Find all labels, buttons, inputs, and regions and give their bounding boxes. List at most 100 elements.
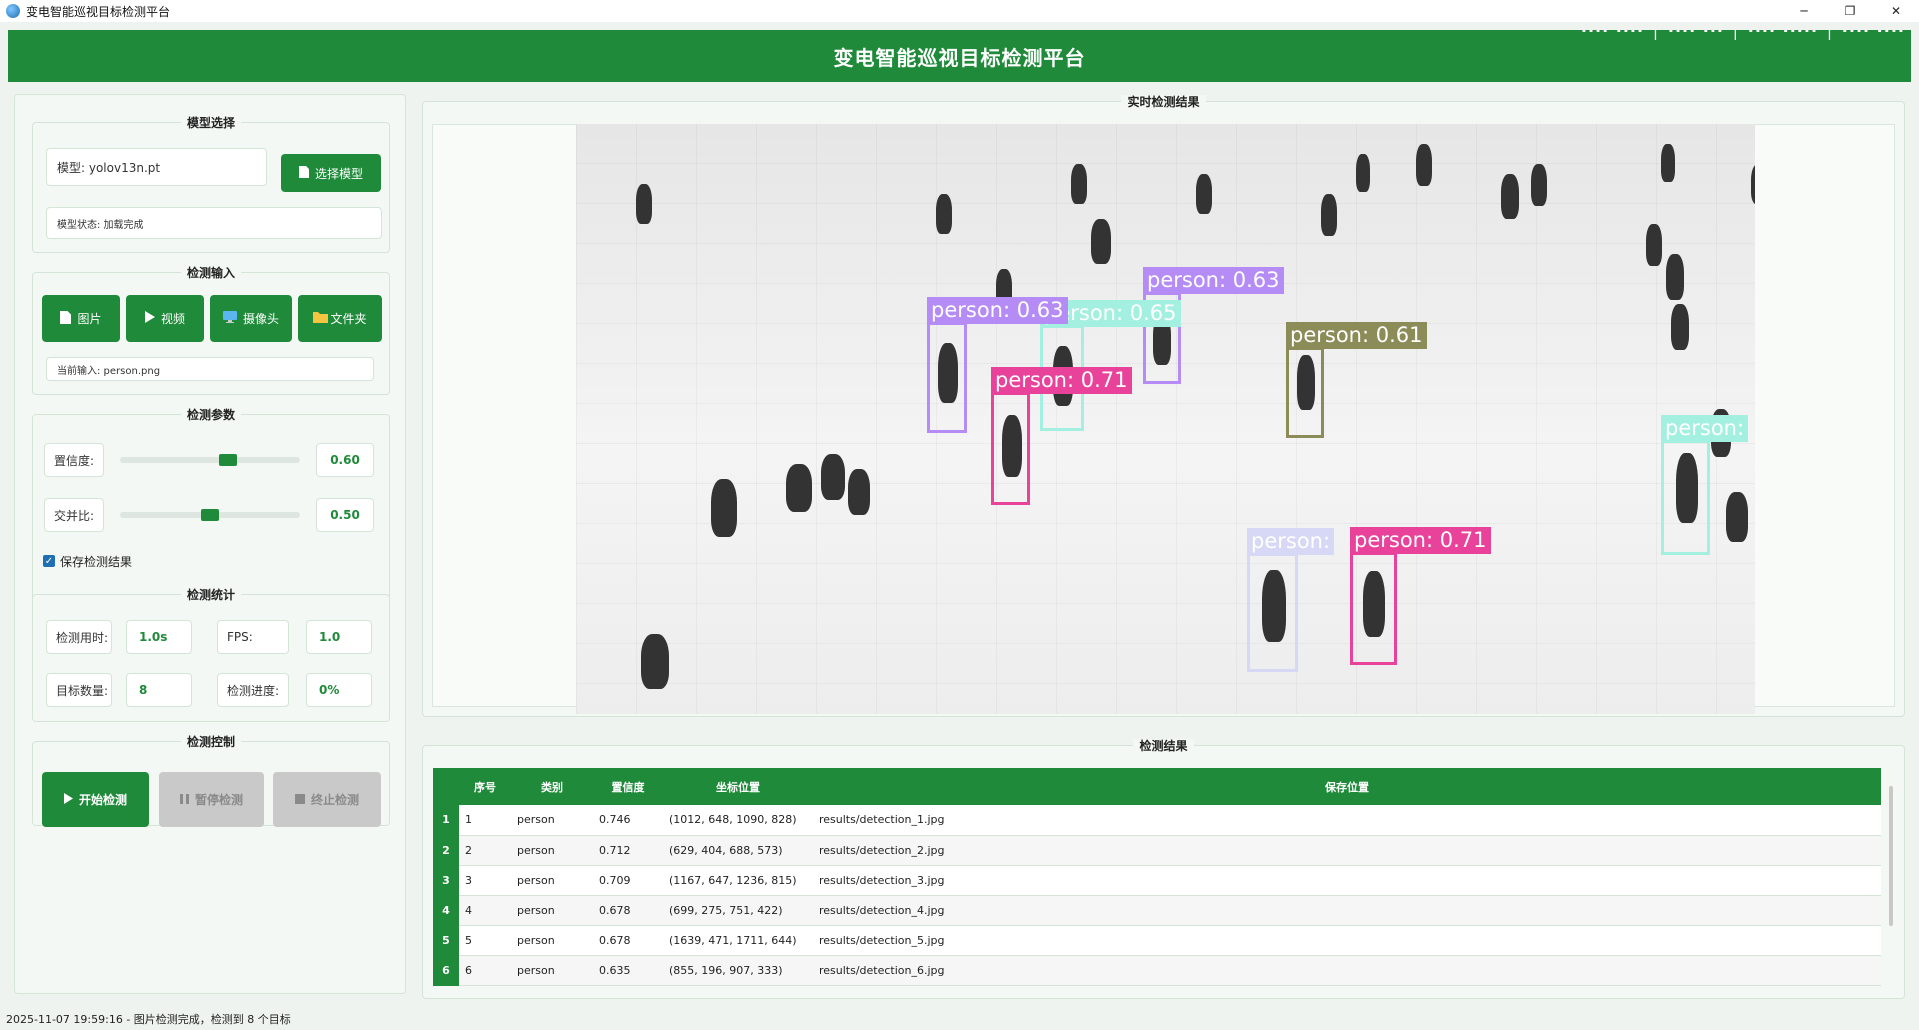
stop-icon [294, 793, 305, 807]
person-silhouette [636, 184, 652, 224]
person-silhouette [1531, 164, 1547, 206]
detection-image: person: 0.63 person: 0.65 person: 0.63 p… [576, 124, 1755, 714]
cell-confidence: 0.678 [593, 925, 663, 956]
results-table: 序号 类别 置信度 坐标位置 保存位置 1 1 person 0.746 (1012, … [433, 768, 1881, 986]
cell-coordinates: (699, 275, 751, 422) [663, 895, 813, 926]
model-status-label: 模型状态: 加载完成 [57, 219, 144, 231]
save-results-label: 保存检测结果 [60, 555, 133, 569]
person-silhouette [1416, 144, 1432, 186]
cell-save-path: results/detection_6.jpg [813, 955, 1881, 986]
count-label: 目标数量: [56, 683, 109, 698]
table-row[interactable]: 5 5 person 0.678 (1639, 471, 1711, 644) resul… [433, 925, 1881, 956]
person-silhouette [641, 634, 669, 689]
table-row[interactable]: 4 4 person 0.678 (699, 275, 751, 422) results… [433, 895, 1881, 926]
video-input-button[interactable]: 视频 [126, 295, 204, 342]
cell-coordinates: (1167, 647, 1236, 815) [663, 865, 813, 896]
iou-slider-thumb[interactable] [201, 509, 219, 521]
progress-value: 0% [319, 683, 340, 697]
person-silhouette [711, 479, 737, 537]
time-value: 1.0s [139, 630, 168, 644]
row-number: 2 [433, 835, 459, 866]
cell-id: 4 [459, 895, 511, 926]
model-selection-group: 模型选择 模型: yolov13n.pt 选择模型 模型状态: 加载完成 [32, 116, 390, 253]
person-silhouette [1356, 154, 1370, 192]
pause-detection-button[interactable]: 暂停检测 [159, 772, 264, 827]
minimize-button[interactable]: ─ [1781, 0, 1827, 22]
count-label-box: 目标数量: [46, 673, 112, 707]
start-detection-button[interactable]: 开始检测 [42, 772, 149, 827]
progress-value-box: 0% [306, 673, 372, 707]
detection-input-group: 检测输入 图片 视频 摄像头 文件夹 当前输入: person.png [32, 266, 390, 395]
cell-class: person [511, 895, 593, 926]
table-row[interactable]: 3 3 person 0.709 (1167, 647, 1236, 815) resul… [433, 865, 1881, 896]
table-row[interactable]: 2 2 person 0.712 (629, 404, 688, 573) results… [433, 835, 1881, 866]
image-input-button[interactable]: 图片 [42, 295, 120, 342]
save-results-checkbox[interactable]: ✓ [43, 555, 55, 567]
confidence-slider-track[interactable] [120, 457, 300, 463]
detection-box: person: 0.71 [1350, 527, 1491, 665]
table-corner [433, 768, 459, 805]
cell-class: person [511, 925, 593, 956]
person-silhouette [1091, 219, 1111, 264]
select-model-label: 选择模型 [314, 166, 363, 181]
fps-label: FPS: [227, 630, 253, 644]
person-silhouette [1071, 164, 1087, 204]
status-bar: 2025-11-07 19:59:16 - 图片检测完成，检测到 8 个目标 [0, 1008, 1919, 1030]
cell-id: 1 [459, 805, 511, 836]
column-header[interactable]: 坐标位置 [663, 768, 813, 805]
detection-label: person: 0.61 [1286, 322, 1427, 349]
person-silhouette [1196, 174, 1212, 214]
detection-box: person: 0.61 [1286, 322, 1427, 438]
close-button[interactable]: ✕ [1873, 0, 1919, 22]
model-path-label: 模型: yolov13n.pt [57, 160, 161, 175]
folder-input-button[interactable]: 文件夹 [298, 295, 382, 342]
column-header[interactable]: 序号 [459, 768, 511, 805]
fps-value-box: 1.0 [306, 620, 372, 654]
table-row[interactable]: 6 6 person 0.635 (855, 196, 907, 333) results… [433, 955, 1881, 986]
results-scrollbar[interactable] [1889, 786, 1893, 926]
cell-save-path: results/detection_3.jpg [813, 865, 1881, 896]
cell-class: person [511, 955, 593, 986]
stop-detection-button[interactable]: 终止检测 [273, 772, 381, 827]
column-header[interactable]: 置信度 [593, 768, 663, 805]
monitor-icon [222, 311, 237, 326]
left-control-panel: 模型选择 模型: yolov13n.pt 选择模型 模型状态: 加载完成 检测输… [14, 94, 406, 994]
restore-button[interactable]: ❐ [1827, 0, 1873, 22]
detection-box: person: [1247, 528, 1335, 672]
folder-icon [313, 311, 329, 326]
detection-stats-group: 检测统计 检测用时: 1.0s FPS: 1.0 目标数量: 8 检测进度: 0… [32, 588, 390, 722]
camera-input-button[interactable]: 摄像头 [210, 295, 292, 342]
cell-id: 6 [459, 955, 511, 986]
detection-label: person: [1661, 415, 1749, 442]
cell-id: 5 [459, 925, 511, 956]
count-value-box: 8 [126, 673, 192, 707]
time-label: 检测用时: [56, 630, 109, 645]
stop-detection-label: 终止检测 [310, 793, 359, 807]
count-value: 8 [139, 683, 148, 697]
results-section-title: 检测结果 [1133, 739, 1194, 753]
detection-label: person: [1247, 528, 1335, 555]
cell-coordinates: (1012, 648, 1090, 828) [663, 805, 813, 836]
document-icon [298, 165, 309, 181]
column-header[interactable]: 保存位置 [813, 768, 1881, 805]
column-header[interactable]: 类别 [511, 768, 593, 805]
model-status-field: 模型状态: 加载完成 [46, 207, 382, 239]
row-number: 1 [433, 805, 459, 836]
header-metrics-clipped: ···· ···· │ ···· ··· │ ···· ····· │ ····… [1580, 30, 1905, 40]
person-silhouette [1501, 174, 1519, 219]
app-header: 变电智能巡视目标检测平台 ···· ···· │ ···· ··· │ ····… [8, 30, 1911, 82]
confidence-slider-thumb[interactable] [219, 454, 237, 466]
confidence-value: 0.60 [330, 453, 360, 467]
folder-input-label: 文件夹 [330, 312, 367, 326]
person-silhouette [1671, 304, 1689, 350]
control-section-title: 检测控制 [180, 735, 241, 749]
current-input-field: 当前输入: person.png [46, 357, 374, 381]
select-model-button[interactable]: 选择模型 [281, 154, 381, 192]
cell-coordinates: (855, 196, 907, 333) [663, 955, 813, 986]
start-detection-label: 开始检测 [78, 793, 127, 807]
confidence-label: 置信度: [54, 453, 95, 468]
table-row[interactable]: 1 1 person 0.746 (1012, 648, 1090, 828) resul… [433, 805, 1881, 836]
video-input-label: 视频 [160, 312, 185, 326]
model-section-title: 模型选择 [180, 116, 241, 130]
person-silhouette [1646, 224, 1662, 266]
